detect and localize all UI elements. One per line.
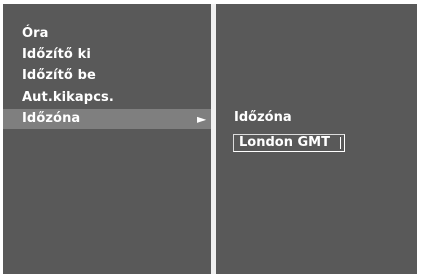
submenu-arrow-icon: ► bbox=[197, 112, 207, 126]
menu-item-label: Aut.kikapcs. bbox=[22, 90, 114, 105]
menu-item-clock[interactable]: Óra bbox=[3, 24, 211, 44]
menu-item-label: Óra bbox=[22, 26, 49, 41]
cursor-caret-icon bbox=[340, 137, 341, 149]
menu-item-label: Időzóna bbox=[22, 111, 81, 126]
menu-item-label: Időzítő ki bbox=[22, 47, 91, 62]
time-zone-value: London GMT bbox=[239, 135, 330, 150]
menu-item-label: Időzítő be bbox=[22, 68, 96, 83]
time-zone-title: Időzóna bbox=[234, 110, 292, 125]
menu-item-time-zone[interactable]: Időzóna ► bbox=[3, 109, 211, 129]
tv-osd-screen: Óra Időzítő ki Időzítő be Aut.kikapcs. I… bbox=[0, 0, 423, 275]
menu-item-off-timer[interactable]: Időzítő ki bbox=[3, 45, 211, 65]
time-zone-selector[interactable]: London GMT bbox=[233, 134, 345, 152]
menu-item-on-timer[interactable]: Időzítő be bbox=[3, 66, 211, 86]
menu-item-auto-off[interactable]: Aut.kikapcs. bbox=[3, 88, 211, 108]
